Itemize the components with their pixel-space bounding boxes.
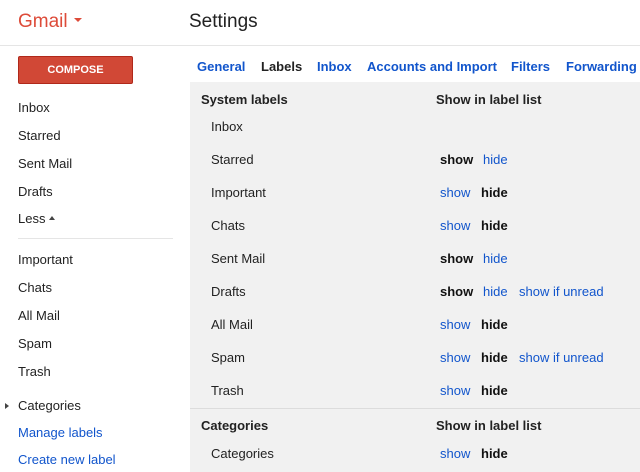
show-in-label-list-header: Show in label list	[436, 92, 542, 107]
caret-down-icon	[73, 17, 82, 22]
categories-section-header: Categories	[201, 418, 269, 433]
label-row-name-drafts: Drafts	[211, 284, 246, 299]
sent-mail-show-option[interactable]: show	[440, 251, 473, 266]
sidebar-item-starred[interactable]: Starred	[18, 128, 61, 143]
less-label: Less	[18, 211, 46, 226]
sidebar-item-drafts[interactable]: Drafts	[18, 184, 53, 199]
label-row-name-starred: Starred	[211, 152, 254, 167]
sidebar-item-trash[interactable]: Trash	[18, 364, 51, 379]
compose-button[interactable]: COMPOSE	[18, 56, 133, 84]
drafts-hide-option[interactable]: hide	[483, 284, 508, 299]
label-row-name-important: Important	[211, 185, 266, 200]
drafts-show-if-unread-option[interactable]: show if unread	[519, 284, 604, 299]
label-row-name-categories: Categories	[211, 446, 274, 461]
all-mail-show-option[interactable]: show	[440, 317, 470, 332]
sidebar-item-categories[interactable]: Categories	[18, 398, 81, 413]
sent-mail-hide-option[interactable]: hide	[483, 251, 508, 266]
important-hide-option[interactable]: hide	[481, 185, 508, 200]
label-row-name-inbox: Inbox	[211, 119, 243, 134]
label-row-name-trash: Trash	[211, 383, 244, 398]
chats-show-option[interactable]: show	[440, 218, 470, 233]
spam-show-if-unread-option[interactable]: show if unread	[519, 350, 604, 365]
label-row-name-sent-mail: Sent Mail	[211, 251, 266, 266]
gmail-logo-text: Gmail	[18, 11, 68, 32]
sidebar-item-chats[interactable]: Chats	[18, 280, 52, 295]
tab-accounts-and-import[interactable]: Accounts and Import	[367, 59, 497, 74]
tab-forwarding[interactable]: Forwarding a	[566, 59, 640, 74]
section-divider	[190, 408, 640, 409]
spam-hide-option[interactable]: hide	[481, 350, 508, 365]
categories-show-option[interactable]: show	[440, 446, 470, 461]
sidebar-item-all-mail[interactable]: All Mail	[18, 308, 60, 323]
page-title: Settings	[189, 11, 258, 32]
gmail-menu-button[interactable]: Gmail	[18, 11, 82, 33]
sidebar-item-spam[interactable]: Spam	[18, 336, 52, 351]
important-show-option[interactable]: show	[440, 185, 470, 200]
triangle-up-icon	[49, 215, 56, 220]
all-mail-hide-option[interactable]: hide	[481, 317, 508, 332]
trash-hide-option[interactable]: hide	[481, 383, 508, 398]
create-new-label-link[interactable]: Create new label	[18, 452, 116, 467]
tab-general[interactable]: General	[197, 59, 245, 74]
manage-labels-link[interactable]: Manage labels	[18, 425, 103, 440]
sidebar-item-important[interactable]: Important	[18, 252, 73, 267]
header-divider	[0, 45, 640, 46]
categories-show-in-label-list-header: Show in label list	[436, 418, 542, 433]
sidebar-item-inbox[interactable]: Inbox	[18, 100, 50, 115]
chats-hide-option[interactable]: hide	[481, 218, 508, 233]
label-row-name-chats: Chats	[211, 218, 245, 233]
system-labels-header: System labels	[201, 92, 288, 107]
tab-inbox[interactable]: Inbox	[317, 59, 352, 74]
starred-show-option[interactable]: show	[440, 152, 473, 167]
labels-settings-panel	[190, 82, 640, 472]
drafts-show-option[interactable]: show	[440, 284, 473, 299]
label-row-name-spam: Spam	[211, 350, 245, 365]
spam-show-option[interactable]: show	[440, 350, 470, 365]
expand-triangle-icon[interactable]	[5, 403, 9, 409]
label-row-name-all-mail: All Mail	[211, 317, 253, 332]
tab-labels[interactable]: Labels	[261, 59, 302, 74]
tab-filters[interactable]: Filters	[511, 59, 550, 74]
starred-hide-option[interactable]: hide	[483, 152, 508, 167]
trash-show-option[interactable]: show	[440, 383, 470, 398]
sidebar-item-sent-mail[interactable]: Sent Mail	[18, 156, 72, 171]
categories-hide-option[interactable]: hide	[481, 446, 508, 461]
sidebar-less-toggle[interactable]: Less	[18, 211, 56, 226]
sidebar-divider	[18, 238, 173, 239]
